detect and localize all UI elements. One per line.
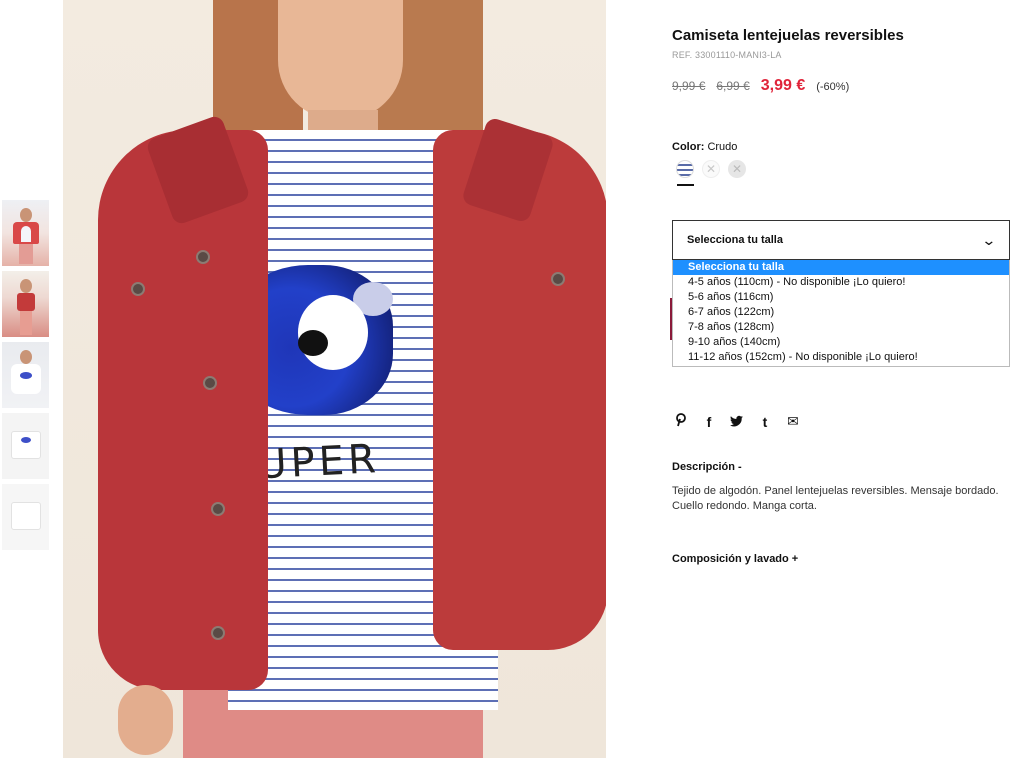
thumbnail-1[interactable] (2, 200, 49, 266)
twitter-icon[interactable] (730, 414, 744, 430)
sale-price: 3,99 € (760, 77, 806, 94)
color-swatches: ✕ ✕ (676, 160, 746, 178)
selected-swatch-indicator (677, 184, 694, 186)
size-select[interactable]: Selecciona tu talla ⌄ (672, 220, 1010, 260)
color-swatch-unavailable-1[interactable]: ✕ (702, 160, 720, 178)
price-block: 9,99 € 6,99 € 3,99 € (-60%) (672, 77, 849, 95)
original-price-1: 9,99 € (672, 79, 706, 93)
chevron-down-icon: ⌄ (981, 232, 997, 248)
color-label: Color: (672, 141, 705, 153)
color-swatch-unavailable-2[interactable]: ✕ (728, 160, 746, 178)
color-swatch-crudo[interactable] (676, 160, 694, 178)
original-price-2: 6,99 € (716, 79, 750, 93)
size-option[interactable]: 11-12 años (152cm) - No disponible ¡Lo q… (673, 350, 1009, 365)
description-text: Tejido de algodón. Panel lentejuelas rev… (672, 485, 999, 512)
email-icon[interactable]: ✉ (786, 413, 800, 430)
size-select-label: Selecciona tu talla (687, 234, 783, 246)
size-options-dropdown: Selecciona tu talla 4-5 años (110cm) - N… (672, 260, 1010, 367)
size-option[interactable]: 7-8 años (128cm) (673, 320, 1009, 335)
thumbnail-3[interactable] (2, 342, 49, 408)
color-value: Crudo (707, 141, 738, 153)
thumbnail-2[interactable] (2, 271, 49, 337)
size-option[interactable]: 5-6 años (116cm) (673, 290, 1009, 305)
discount-percentage: (-60%) (816, 81, 850, 93)
pinterest-icon[interactable] (674, 413, 688, 430)
tumblr-icon[interactable]: t (758, 414, 772, 430)
thumbnail-gallery (2, 200, 50, 555)
main-product-image[interactable]: SUPER (63, 0, 606, 758)
size-option[interactable]: 9-10 años (140cm) (673, 335, 1009, 350)
facebook-icon[interactable]: f (702, 414, 716, 430)
size-option[interactable]: Selecciona tu talla (673, 260, 1009, 275)
thumbnail-5[interactable] (2, 484, 49, 550)
size-option[interactable]: 4-5 años (110cm) - No disponible ¡Lo qui… (673, 275, 1009, 290)
product-reference: REF. 33001110-MANI3-LA (672, 50, 782, 60)
thumbnail-4[interactable] (2, 413, 49, 479)
description-toggle[interactable]: Descripción - (672, 461, 742, 473)
color-label-row: Color: Crudo (672, 141, 737, 153)
product-title: Camiseta lentejuelas reversibles (672, 27, 904, 44)
size-option[interactable]: 6-7 años (122cm) (673, 305, 1009, 320)
composition-toggle[interactable]: Composición y lavado + (672, 553, 798, 565)
share-icons: f t ✉ (674, 413, 800, 430)
